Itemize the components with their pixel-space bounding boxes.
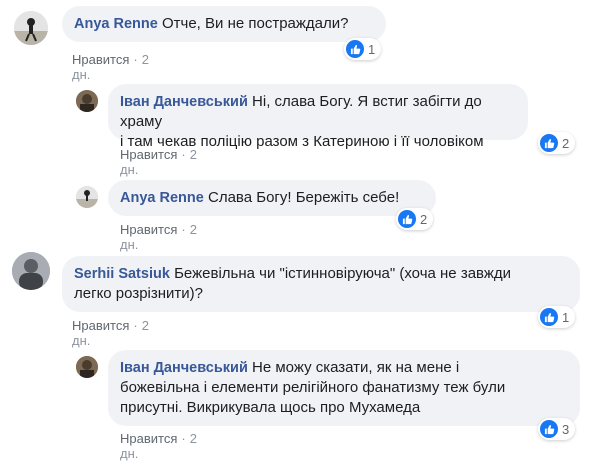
reaction-count[interactable]: 1 — [344, 38, 382, 60]
like-link[interactable]: Нравится — [72, 318, 129, 333]
avatar[interactable] — [76, 186, 98, 208]
separator: · — [133, 52, 138, 67]
reaction-count[interactable]: 3 — [538, 418, 576, 440]
comment-bubble: Anya Renne Отче, Ви не постраждали? — [62, 6, 386, 42]
reaction-count[interactable]: 2 — [396, 208, 434, 230]
comment-text-line-2: божевільна і елементи релігійного фанати… — [120, 379, 506, 396]
comment-text-line-2: легко розрізнити)? — [74, 285, 204, 302]
comment-meta: Нравится · 2 дн. — [120, 431, 197, 461]
separator: · — [181, 222, 186, 237]
reaction-count[interactable]: 1 — [538, 306, 576, 328]
avatar[interactable] — [14, 11, 48, 45]
comment-bubble: Іван Данчевський Не можу сказати, як на … — [108, 350, 580, 426]
avatar[interactable] — [76, 90, 98, 112]
comment-text-line-3: присутні. Викрикувала щось про Мухамеда — [120, 399, 421, 416]
author-name[interactable]: Іван Данчевський — [120, 360, 248, 376]
like-link[interactable]: Нравится — [120, 147, 177, 162]
like-link[interactable]: Нравится — [120, 431, 177, 446]
avatar-image — [76, 356, 98, 378]
comment-bubble: Serhii Satsiuk Бежевільна чи "істинновір… — [62, 256, 580, 312]
comment-text-line-1: Не можу сказати, як на мене і — [252, 359, 460, 376]
comment-text-line-1: Бежевільна чи "істинновіруюча" (хоча не … — [174, 265, 511, 282]
thumbs-up-icon — [540, 308, 558, 326]
avatar-image — [12, 252, 50, 290]
comment-meta: Нравится · 2 дн. — [72, 318, 149, 348]
reaction-count[interactable]: 2 — [538, 132, 576, 154]
thumbs-up-icon — [540, 420, 558, 438]
comment-bubble: Anya Renne Слава Богу! Бережіть себе! — [108, 180, 436, 216]
author-name[interactable]: Іван Данчевський — [120, 94, 248, 110]
comment-meta: Нравится · 2 дн. — [120, 222, 197, 252]
comment-bubble: Іван Данчевський Ні, слава Богу. Я встиг… — [108, 84, 528, 150]
comment-meta: Нравится · 2 дн. — [72, 52, 149, 82]
avatar-image — [14, 11, 48, 45]
reaction-number: 2 — [562, 135, 570, 151]
like-link[interactable]: Нравится — [120, 222, 177, 237]
reaction-number: 1 — [368, 41, 376, 57]
avatar-image — [76, 90, 98, 112]
author-name[interactable]: Anya Renne — [74, 16, 158, 32]
avatar[interactable] — [76, 356, 98, 378]
reaction-number: 1 — [562, 309, 570, 325]
thumbs-up-icon — [540, 134, 558, 152]
thumbs-up-icon — [398, 210, 416, 228]
avatar-image — [76, 186, 98, 208]
reaction-number: 3 — [562, 421, 570, 437]
separator: · — [181, 431, 186, 446]
author-name[interactable]: Serhii Satsiuk — [74, 266, 170, 282]
comment-text: Слава Богу! Бережіть себе! — [207, 189, 400, 206]
comment-meta: Нравится · 2 дн. — [120, 147, 197, 177]
avatar[interactable] — [12, 252, 50, 290]
like-link[interactable]: Нравится — [72, 52, 129, 67]
reaction-number: 2 — [420, 211, 428, 227]
comment-text: Отче, Ви не постраждали? — [161, 15, 349, 32]
separator: · — [133, 318, 138, 333]
author-name[interactable]: Anya Renne — [120, 190, 204, 206]
thumbs-up-icon — [346, 40, 364, 58]
separator: · — [181, 147, 186, 162]
